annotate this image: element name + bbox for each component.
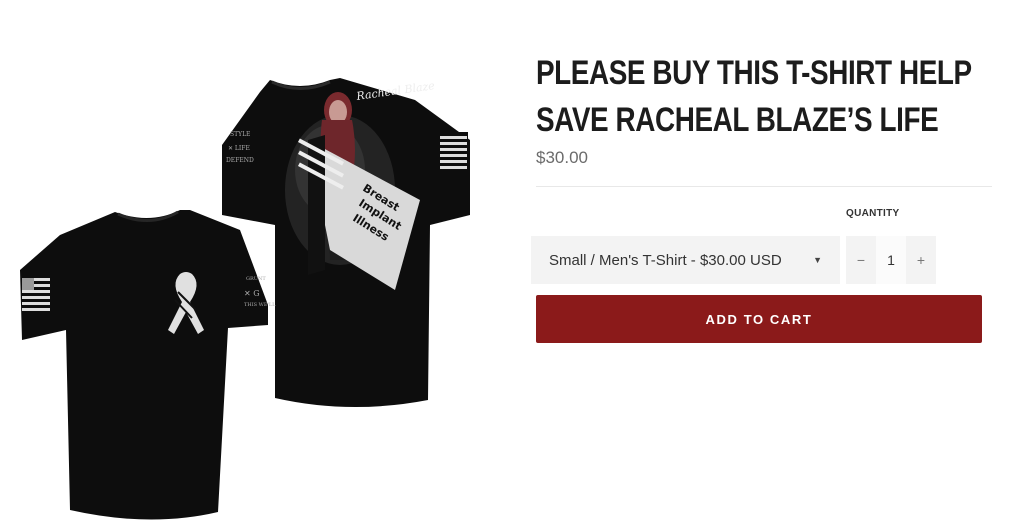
quantity-decrement-button[interactable]: − [846, 236, 876, 284]
variant-select[interactable]: Small / Men's T-Shirt - $30.00 USD ▼ [531, 236, 840, 284]
add-to-cart-button[interactable]: ADD TO CART [536, 295, 982, 343]
product-title-line2: SAVE RACHEAL BLAZE’S LIFE [536, 101, 939, 139]
product-info: PLEASE BUY THIS T-SHIRT HELP SAVE RACHEA… [531, 50, 995, 343]
product-title: PLEASE BUY THIS T-SHIRT HELP SAVE RACHEA… [536, 50, 995, 144]
svg-text:THIS WE'LL: THIS WE'LL [244, 302, 276, 308]
back-tshirt: STYLE ✕ LIFE DEFEND Breast Implant Illne… [222, 78, 470, 408]
product-title-line1: PLEASE BUY THIS T-SHIRT HELP [536, 54, 972, 92]
divider [536, 186, 992, 187]
quantity-input[interactable]: 1 [876, 236, 906, 284]
svg-text:DEFEND: DEFEND [226, 157, 254, 164]
product-price: $30.00 [536, 148, 588, 167]
svg-text:STYLE: STYLE [230, 131, 250, 138]
svg-text:✕ LIFE: ✕ LIFE [228, 145, 250, 152]
chevron-down-icon: ▼ [813, 255, 822, 265]
sleeve-logo-back: STYLE ✕ LIFE DEFEND [226, 131, 254, 164]
flag-patch-back [438, 132, 468, 172]
svg-text:GRUNT: GRUNT [246, 276, 266, 282]
quantity-increment-button[interactable]: + [906, 236, 936, 284]
product-image: STYLE ✕ LIFE DEFEND Breast Implant Illne… [0, 40, 520, 524]
front-tshirt: GRUNT ✕ G THIS WE'LL [20, 210, 276, 520]
tshirt-illustration: STYLE ✕ LIFE DEFEND Breast Implant Illne… [20, 78, 470, 520]
quantity-label: QUANTITY [846, 208, 900, 219]
svg-text:✕ G: ✕ G [244, 289, 260, 298]
quantity-stepper: − 1 + [846, 236, 936, 284]
variant-select-value: Small / Men's T-Shirt - $30.00 USD [549, 251, 782, 269]
